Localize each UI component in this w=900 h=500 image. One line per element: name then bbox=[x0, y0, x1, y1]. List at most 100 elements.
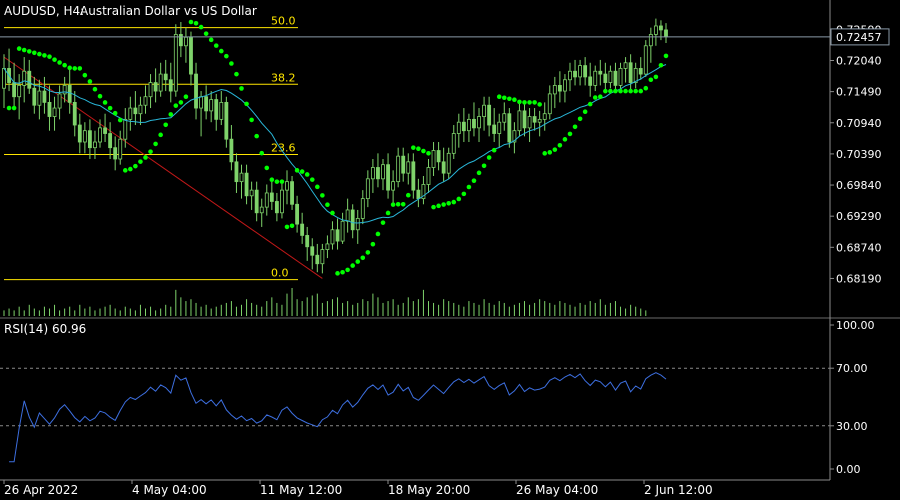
sar-dot bbox=[557, 142, 563, 148]
sar-dot bbox=[92, 86, 98, 92]
sar-dot bbox=[97, 93, 103, 99]
sar-dot bbox=[426, 150, 431, 156]
sar-dot bbox=[360, 255, 366, 261]
sar-dot bbox=[77, 66, 83, 71]
candle-body bbox=[583, 65, 588, 78]
sar-dot bbox=[143, 155, 148, 160]
sar-dot bbox=[608, 88, 613, 94]
candle-body bbox=[532, 116, 537, 123]
candle-body bbox=[325, 243, 330, 250]
sar-dot bbox=[72, 66, 78, 71]
price-tick-label: 0.71490 bbox=[836, 86, 882, 99]
candle-body bbox=[487, 104, 492, 126]
sar-dot bbox=[309, 177, 315, 182]
candle-body bbox=[664, 29, 668, 38]
sar-dot bbox=[501, 95, 507, 101]
candle-body bbox=[280, 189, 284, 214]
candle-body bbox=[472, 118, 476, 129]
sar-dot bbox=[522, 100, 527, 105]
sar-dot bbox=[47, 54, 52, 59]
sar-dot bbox=[188, 19, 194, 25]
candle-body bbox=[143, 96, 148, 106]
sar-dot bbox=[456, 196, 462, 202]
price-tick-label: 0.72040 bbox=[836, 54, 882, 67]
candle-body bbox=[542, 113, 547, 120]
sar-dot bbox=[264, 165, 270, 171]
candle-body bbox=[497, 121, 502, 134]
candle-body bbox=[17, 85, 22, 98]
sar-dot bbox=[16, 46, 22, 51]
sar-dot bbox=[633, 88, 638, 94]
candle-body bbox=[517, 110, 522, 132]
sar-dot bbox=[138, 159, 143, 164]
sar-dot bbox=[603, 88, 608, 94]
candle-body bbox=[552, 85, 557, 95]
price-tick-label: 0.69840 bbox=[836, 179, 882, 192]
chart-title: Australian Dollar vs US Dollar bbox=[80, 4, 257, 18]
sar-dot bbox=[431, 204, 436, 210]
candle-body bbox=[522, 110, 527, 129]
candle-body bbox=[578, 65, 583, 78]
candle-body bbox=[396, 155, 401, 183]
candle-body bbox=[659, 25, 663, 31]
candle-body bbox=[52, 107, 57, 117]
sar-dot bbox=[461, 191, 467, 197]
sar-dot bbox=[315, 184, 320, 190]
candle-body bbox=[204, 96, 209, 112]
candle-body bbox=[37, 90, 42, 106]
candle-body bbox=[158, 73, 163, 92]
candle-body bbox=[178, 34, 183, 47]
candle-body bbox=[461, 121, 466, 132]
candle-body bbox=[628, 62, 633, 83]
time-tick-label: 26 May 04:00 bbox=[516, 483, 598, 497]
sar-dot bbox=[163, 122, 169, 128]
sar-dot bbox=[112, 110, 118, 116]
sar-dot bbox=[350, 263, 355, 268]
candle-body bbox=[381, 164, 385, 180]
candle-body bbox=[603, 73, 608, 83]
candle-body bbox=[274, 201, 279, 214]
candle-body bbox=[416, 189, 421, 200]
current-price-label: 0.72457 bbox=[836, 31, 882, 44]
sar-dot bbox=[259, 150, 265, 156]
candle-body bbox=[264, 192, 269, 208]
sar-dot bbox=[193, 20, 199, 26]
sar-dot bbox=[26, 49, 32, 54]
candle-body bbox=[103, 127, 107, 134]
sar-dot bbox=[67, 65, 72, 71]
sar-dot bbox=[340, 269, 345, 275]
candle-body bbox=[239, 172, 244, 183]
sar-dot bbox=[486, 155, 492, 160]
candle-body bbox=[67, 85, 72, 103]
candle-body bbox=[451, 133, 456, 154]
sar-dot bbox=[436, 203, 441, 209]
candle-body bbox=[133, 107, 138, 115]
sar-dot bbox=[395, 201, 401, 207]
sar-dot bbox=[411, 145, 416, 150]
candle-body bbox=[229, 138, 234, 163]
sar-dot bbox=[446, 200, 452, 206]
candle-body bbox=[477, 116, 481, 129]
candle-body bbox=[335, 229, 340, 242]
candle-body bbox=[254, 189, 259, 214]
candle-body bbox=[547, 93, 552, 115]
rsi-label: RSI(14) 60.96 bbox=[4, 322, 86, 336]
candle-body bbox=[436, 150, 441, 163]
sar-dot bbox=[628, 88, 633, 94]
sar-dot bbox=[6, 105, 12, 111]
sar-dot bbox=[128, 166, 133, 172]
sar-dot bbox=[52, 57, 57, 62]
candle-body bbox=[441, 161, 446, 174]
candle-body bbox=[87, 130, 92, 149]
candle-body bbox=[573, 70, 577, 78]
rsi-tick-label: 30.00 bbox=[836, 420, 868, 433]
candle-body bbox=[12, 82, 17, 98]
sar-dot bbox=[107, 105, 113, 111]
candle-body bbox=[123, 118, 128, 140]
sar-dot bbox=[234, 71, 239, 77]
candle-body bbox=[98, 127, 102, 143]
candle-body bbox=[376, 167, 380, 180]
candle-body bbox=[22, 70, 27, 86]
candle-body bbox=[557, 85, 562, 92]
candle-body bbox=[173, 34, 178, 92]
